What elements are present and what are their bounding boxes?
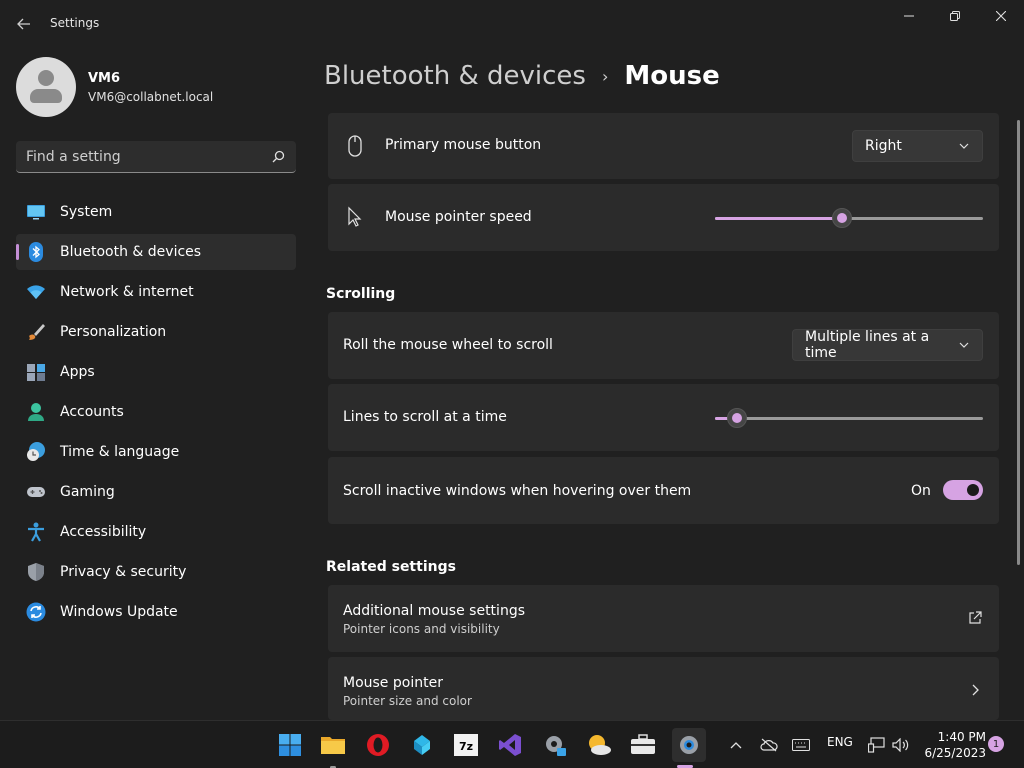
app-title: Settings bbox=[50, 16, 100, 30]
minimize-button[interactable] bbox=[886, 0, 932, 32]
sync-icon bbox=[26, 602, 46, 622]
scroll-inactive-toggle[interactable] bbox=[943, 480, 983, 500]
pointer-speed-slider[interactable] bbox=[715, 208, 983, 228]
lines-to-scroll-slider[interactable] bbox=[715, 408, 983, 428]
lines-to-scroll-label: Lines to scroll at a time bbox=[343, 409, 507, 425]
roll-wheel-label: Roll the mouse wheel to scroll bbox=[343, 337, 553, 353]
app-blue-icon[interactable] bbox=[408, 731, 436, 759]
opera-icon[interactable] bbox=[364, 731, 392, 759]
sidebar-item-accessibility[interactable]: Accessibility bbox=[16, 514, 296, 550]
sidebar-item-time-language[interactable]: Time & language bbox=[16, 434, 296, 470]
file-explorer-icon[interactable] bbox=[319, 731, 347, 759]
svg-text:7z: 7z bbox=[459, 740, 473, 753]
toolbox-icon[interactable] bbox=[629, 731, 657, 759]
visual-studio-icon[interactable] bbox=[496, 731, 524, 759]
primary-button-label: Primary mouse button bbox=[385, 137, 542, 153]
pointer-speed-label: Mouse pointer speed bbox=[385, 209, 532, 225]
network-icon[interactable] bbox=[866, 731, 888, 759]
mouse-pointer-sub: Pointer size and color bbox=[343, 694, 472, 708]
volume-icon[interactable] bbox=[890, 731, 912, 759]
slider-thumb[interactable] bbox=[832, 208, 852, 228]
onedrive-offline-icon[interactable] bbox=[758, 731, 780, 759]
breadcrumb-parent[interactable]: Bluetooth & devices bbox=[324, 61, 586, 91]
sidebar-nav: System Bluetooth & devices Network & int… bbox=[16, 194, 296, 634]
system-monitor-icon bbox=[27, 205, 45, 220]
person-icon bbox=[28, 403, 44, 421]
sidebar-item-personalization[interactable]: Personalization bbox=[16, 314, 296, 350]
apps-icon bbox=[27, 364, 45, 381]
globe-clock-icon bbox=[27, 442, 45, 461]
back-button[interactable] bbox=[12, 12, 36, 36]
clock-time: 1:40 PM bbox=[937, 730, 986, 744]
slider-thumb[interactable] bbox=[727, 408, 747, 428]
primary-button-card: Primary mouse button Right bbox=[328, 113, 999, 179]
pointer-icon bbox=[348, 206, 362, 227]
language-indicator[interactable]: ENG bbox=[827, 735, 853, 749]
chevron-right-icon bbox=[972, 684, 979, 696]
arrow-left-icon bbox=[17, 18, 30, 30]
lines-to-scroll-card: Lines to scroll at a time bbox=[328, 384, 999, 451]
toggle-state-text: On bbox=[911, 483, 931, 499]
roll-wheel-dropdown[interactable]: Multiple lines at a time bbox=[792, 329, 983, 361]
additional-mouse-settings-link[interactable]: Additional mouse settings Pointer icons … bbox=[328, 585, 999, 652]
sidebar-item-bluetooth[interactable]: Bluetooth & devices bbox=[16, 234, 296, 270]
chevron-down-icon bbox=[959, 143, 969, 149]
wifi-icon bbox=[27, 285, 45, 299]
sidebar-item-apps[interactable]: Apps bbox=[16, 354, 296, 390]
additional-mouse-label: Additional mouse settings bbox=[343, 603, 525, 619]
chevron-down-icon bbox=[959, 342, 969, 348]
shield-icon bbox=[28, 563, 44, 581]
user-profile[interactable]: VM6 VM6@collabnet.local bbox=[16, 57, 213, 117]
minimize-icon bbox=[904, 15, 914, 17]
chevron-up-icon[interactable] bbox=[726, 731, 746, 759]
close-button[interactable] bbox=[978, 0, 1024, 32]
avatar bbox=[16, 57, 76, 117]
sidebar-item-windows-update[interactable]: Windows Update bbox=[16, 594, 296, 630]
settings-gear-icon[interactable] bbox=[541, 731, 569, 759]
roll-wheel-card: Roll the mouse wheel to scroll Multiple … bbox=[328, 312, 999, 379]
keyboard-icon[interactable] bbox=[790, 731, 812, 759]
sidebar-item-privacy[interactable]: Privacy & security bbox=[16, 554, 296, 590]
notification-badge[interactable]: 1 bbox=[988, 736, 1004, 752]
search-input[interactable]: Find a setting bbox=[16, 141, 296, 173]
pointer-speed-card: Mouse pointer speed bbox=[328, 184, 999, 251]
sidebar-item-accounts[interactable]: Accounts bbox=[16, 394, 296, 430]
profile-name: VM6 bbox=[88, 70, 121, 86]
profile-email: VM6@collabnet.local bbox=[88, 89, 214, 104]
maximize-button[interactable] bbox=[932, 0, 978, 32]
title-bar: Settings bbox=[0, 0, 1024, 48]
external-link-icon bbox=[969, 611, 982, 624]
sidebar-item-system[interactable]: System bbox=[16, 194, 296, 230]
mouse-icon bbox=[348, 135, 362, 157]
search-placeholder: Find a setting bbox=[26, 148, 121, 165]
accessibility-icon bbox=[28, 522, 44, 542]
weather-icon[interactable] bbox=[585, 731, 613, 759]
related-settings-title: Related settings bbox=[326, 559, 456, 575]
scrollbar[interactable] bbox=[1017, 120, 1020, 565]
sidebar-item-gaming[interactable]: Gaming bbox=[16, 474, 296, 510]
close-icon bbox=[996, 11, 1006, 21]
restore-icon bbox=[950, 11, 960, 21]
mouse-pointer-label: Mouse pointer bbox=[343, 675, 443, 691]
gamepad-icon bbox=[27, 487, 45, 497]
sidebar-item-network[interactable]: Network & internet bbox=[16, 274, 296, 310]
mouse-pointer-link[interactable]: Mouse pointer Pointer size and color bbox=[328, 657, 999, 720]
clock[interactable]: 1:40 PM 6/25/2023 bbox=[920, 729, 986, 761]
scrolling-section-title: Scrolling bbox=[326, 286, 396, 302]
7zip-icon[interactable]: 7z bbox=[452, 731, 480, 759]
taskbar: 7z ENG 1:40 PM 6/25/2023 bbox=[0, 720, 1024, 768]
page-title: Mouse bbox=[624, 61, 720, 91]
scroll-inactive-card: Scroll inactive windows when hovering ov… bbox=[328, 457, 999, 524]
bluetooth-icon bbox=[29, 242, 43, 262]
clock-date: 6/25/2023 bbox=[924, 746, 986, 760]
additional-mouse-sub: Pointer icons and visibility bbox=[343, 622, 500, 636]
paintbrush-icon bbox=[29, 324, 45, 340]
primary-button-dropdown[interactable]: Right bbox=[852, 130, 983, 162]
scroll-inactive-label: Scroll inactive windows when hovering ov… bbox=[343, 483, 692, 499]
breadcrumb: Bluetooth & devices › Mouse bbox=[324, 58, 720, 94]
start-icon[interactable] bbox=[276, 731, 304, 759]
search-icon bbox=[272, 150, 285, 162]
settings-active-icon[interactable] bbox=[672, 728, 706, 762]
breadcrumb-separator-icon: › bbox=[601, 66, 609, 86]
